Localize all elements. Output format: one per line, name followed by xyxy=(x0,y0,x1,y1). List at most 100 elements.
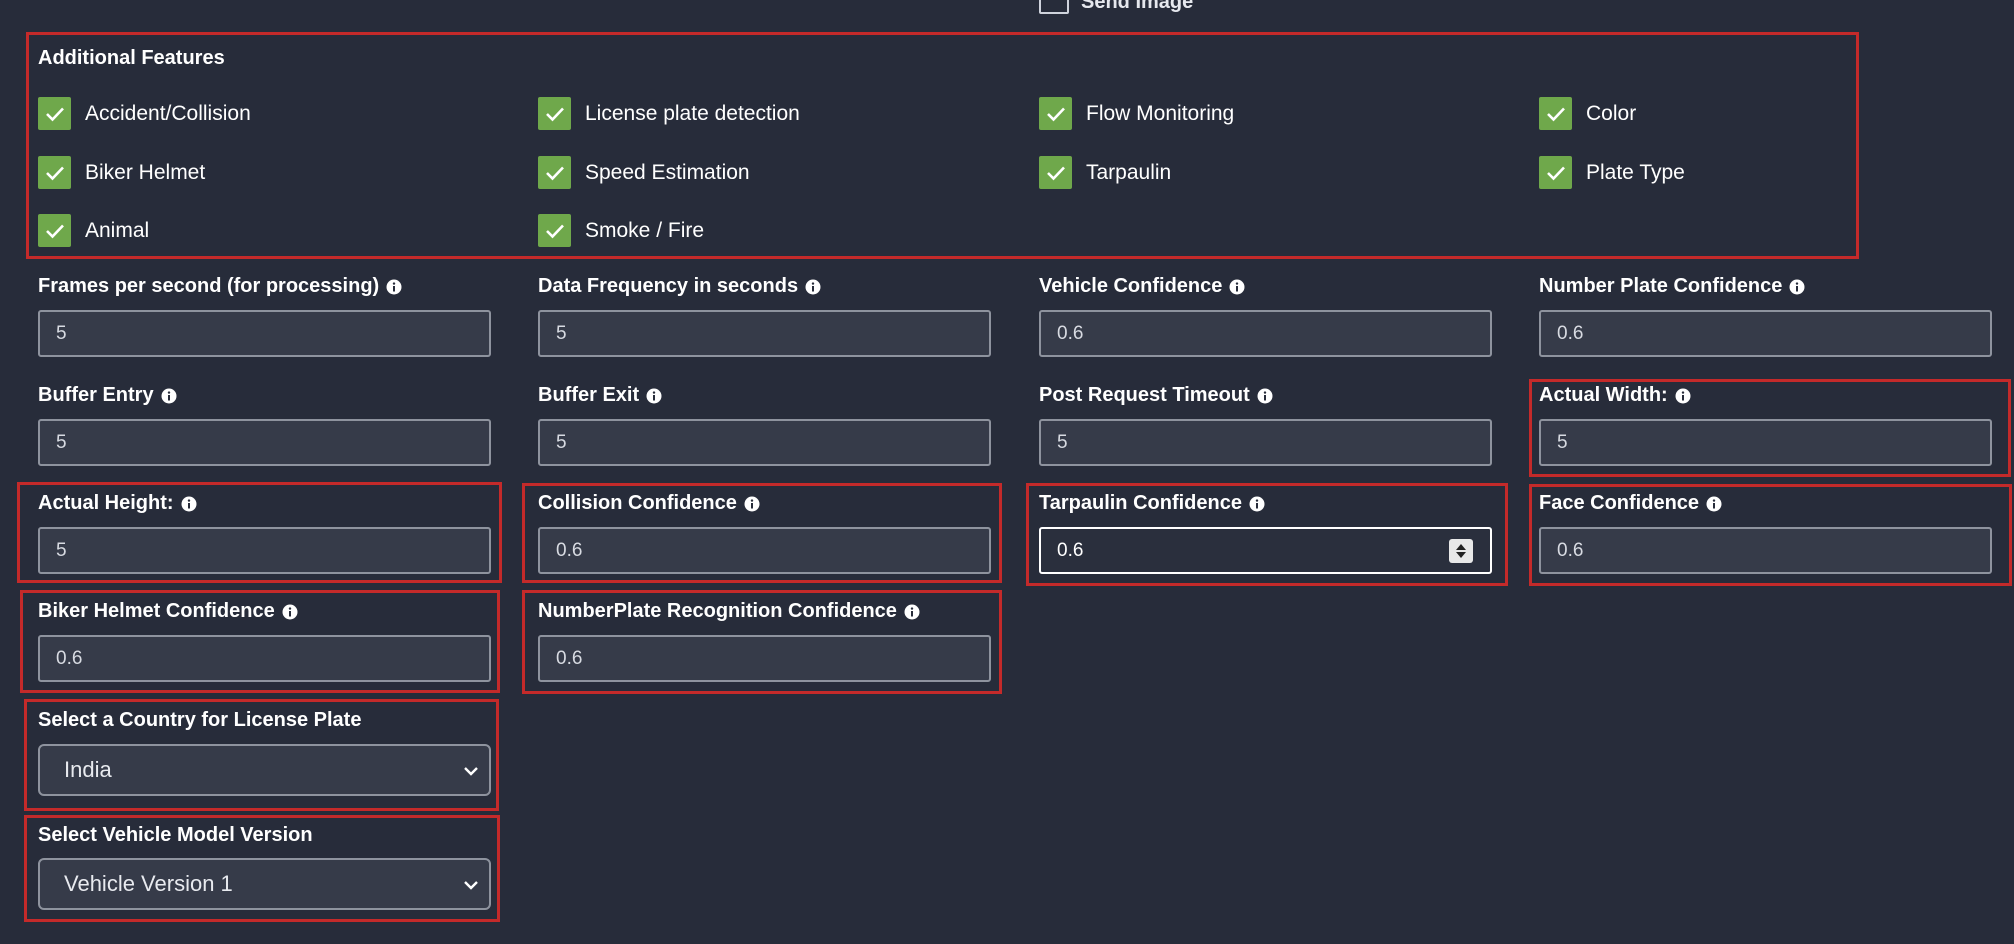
vehicle-model-select-label: Select Vehicle Model Version xyxy=(38,824,313,846)
biker-helmet-confidence-label: Biker Helmet Confidence xyxy=(38,600,298,623)
collision-confidence-label-text: Collision Confidence xyxy=(538,492,737,514)
checkbox-checked[interactable] xyxy=(538,214,571,247)
numberplate-recognition-confidence-label-text: NumberPlate Recognition Confidence xyxy=(538,600,897,622)
check-icon xyxy=(545,224,564,238)
info-icon[interactable] xyxy=(161,388,177,404)
tarpaulin-confidence-label-text: Tarpaulin Confidence xyxy=(1039,492,1242,514)
feature-label: Plate Type xyxy=(1586,160,1685,184)
send-image-label: Send Image xyxy=(1081,0,1194,13)
check-icon xyxy=(45,224,64,238)
number-plate-confidence-label: Number Plate Confidence xyxy=(1539,275,1805,298)
post-request-timeout-label-text: Post Request Timeout xyxy=(1039,384,1250,406)
tarpaulin-confidence-input[interactable] xyxy=(1039,527,1492,574)
feature-label: Speed Estimation xyxy=(585,160,750,184)
post-request-timeout-input[interactable] xyxy=(1039,419,1492,466)
actual-height-label-text: Actual Height: xyxy=(38,492,174,514)
number-plate-confidence-label-text: Number Plate Confidence xyxy=(1539,275,1783,297)
info-icon[interactable] xyxy=(1249,496,1265,512)
biker-helmet-confidence-label-text: Biker Helmet Confidence xyxy=(38,600,275,622)
data-frequency-label-text: Data Frequency in seconds xyxy=(538,275,799,297)
number-spinner[interactable] xyxy=(1449,539,1473,563)
feature-label: Flow Monitoring xyxy=(1086,101,1235,125)
chevron-down-icon xyxy=(464,767,478,776)
additional-features-title: Additional Features xyxy=(38,47,225,69)
tarpaulin-confidence-label: Tarpaulin Confidence xyxy=(1039,492,1265,515)
actual-width-label: Actual Width: xyxy=(1539,384,1691,407)
actual-width-input[interactable] xyxy=(1539,419,1992,466)
checkbox-checked[interactable] xyxy=(1039,156,1072,189)
face-confidence-label: Face Confidence xyxy=(1539,492,1722,515)
check-icon xyxy=(1546,166,1565,180)
actual-width-label-text: Actual Width: xyxy=(1539,384,1668,406)
biker-helmet-confidence-input[interactable] xyxy=(38,635,491,682)
info-icon[interactable] xyxy=(1229,279,1245,295)
info-icon[interactable] xyxy=(805,279,821,295)
numberplate-recognition-confidence-input[interactable] xyxy=(538,635,991,682)
checkbox-checked[interactable] xyxy=(1539,97,1572,130)
check-icon xyxy=(45,166,64,180)
feature-label: Accident/Collision xyxy=(85,101,251,125)
vehicle-model-select[interactable]: Vehicle Version 1 xyxy=(38,858,491,910)
feature-label: License plate detection xyxy=(585,101,800,125)
checkbox-checked[interactable] xyxy=(1039,97,1072,130)
data-frequency-label: Data Frequency in seconds xyxy=(538,275,821,298)
send-image-checkbox[interactable] xyxy=(1039,0,1069,14)
info-icon[interactable] xyxy=(1257,388,1273,404)
data-frequency-input[interactable] xyxy=(538,310,991,357)
checkbox-checked[interactable] xyxy=(538,156,571,189)
fps-input[interactable] xyxy=(38,310,491,357)
info-icon[interactable] xyxy=(282,604,298,620)
info-icon[interactable] xyxy=(744,496,760,512)
buffer-entry-label-text: Buffer Entry xyxy=(38,384,154,406)
info-icon[interactable] xyxy=(904,604,920,620)
highlight-additional-features xyxy=(26,32,1859,259)
buffer-exit-input[interactable] xyxy=(538,419,991,466)
check-icon xyxy=(1546,107,1565,121)
feature-animal[interactable]: Animal xyxy=(38,214,149,247)
info-icon[interactable] xyxy=(181,496,197,512)
checkbox-checked[interactable] xyxy=(1539,156,1572,189)
feature-license-plate-detection[interactable]: License plate detection xyxy=(538,97,800,130)
numberplate-recognition-confidence-label: NumberPlate Recognition Confidence xyxy=(538,600,920,623)
collision-confidence-input[interactable] xyxy=(538,527,991,574)
buffer-exit-label-text: Buffer Exit xyxy=(538,384,640,406)
feature-label: Tarpaulin xyxy=(1086,160,1172,184)
vehicle-model-select-value: Vehicle Version 1 xyxy=(64,871,233,896)
feature-label: Color xyxy=(1586,101,1637,125)
post-request-timeout-label: Post Request Timeout xyxy=(1039,384,1273,407)
face-confidence-input[interactable] xyxy=(1539,527,1992,574)
number-plate-confidence-input[interactable] xyxy=(1539,310,1992,357)
send-image-checkbox-row[interactable]: Send Image xyxy=(1039,0,1193,14)
checkbox-checked[interactable] xyxy=(38,97,71,130)
country-select[interactable]: India xyxy=(38,744,491,796)
check-icon xyxy=(545,107,564,121)
actual-height-input[interactable] xyxy=(38,527,491,574)
info-icon[interactable] xyxy=(646,388,662,404)
checkbox-checked[interactable] xyxy=(38,214,71,247)
collision-confidence-label: Collision Confidence xyxy=(538,492,760,515)
checkbox-checked[interactable] xyxy=(538,97,571,130)
feature-accident-collision[interactable]: Accident/Collision xyxy=(38,97,251,130)
feature-tarpaulin[interactable]: Tarpaulin xyxy=(1039,156,1171,189)
face-confidence-label-text: Face Confidence xyxy=(1539,492,1700,514)
country-select-value: India xyxy=(64,757,112,782)
info-icon[interactable] xyxy=(1789,279,1805,295)
fps-label-text: Frames per second (for processing) xyxy=(38,275,380,297)
feature-plate-type[interactable]: Plate Type xyxy=(1539,156,1685,189)
buffer-entry-label: Buffer Entry xyxy=(38,384,177,407)
vehicle-confidence-label: Vehicle Confidence xyxy=(1039,275,1245,298)
info-icon[interactable] xyxy=(1706,496,1722,512)
feature-smoke-fire[interactable]: Smoke / Fire xyxy=(538,214,704,247)
feature-speed-estimation[interactable]: Speed Estimation xyxy=(538,156,750,189)
info-icon[interactable] xyxy=(1675,388,1691,404)
vehicle-confidence-input[interactable] xyxy=(1039,310,1492,357)
checkbox-checked[interactable] xyxy=(38,156,71,189)
feature-biker-helmet[interactable]: Biker Helmet xyxy=(38,156,205,189)
info-icon[interactable] xyxy=(386,279,402,295)
chevron-down-icon xyxy=(464,881,478,890)
feature-label: Smoke / Fire xyxy=(585,218,705,242)
vehicle-confidence-label-text: Vehicle Confidence xyxy=(1039,275,1223,297)
feature-color[interactable]: Color xyxy=(1539,97,1636,130)
buffer-entry-input[interactable] xyxy=(38,419,491,466)
feature-flow-monitoring[interactable]: Flow Monitoring xyxy=(1039,97,1234,130)
